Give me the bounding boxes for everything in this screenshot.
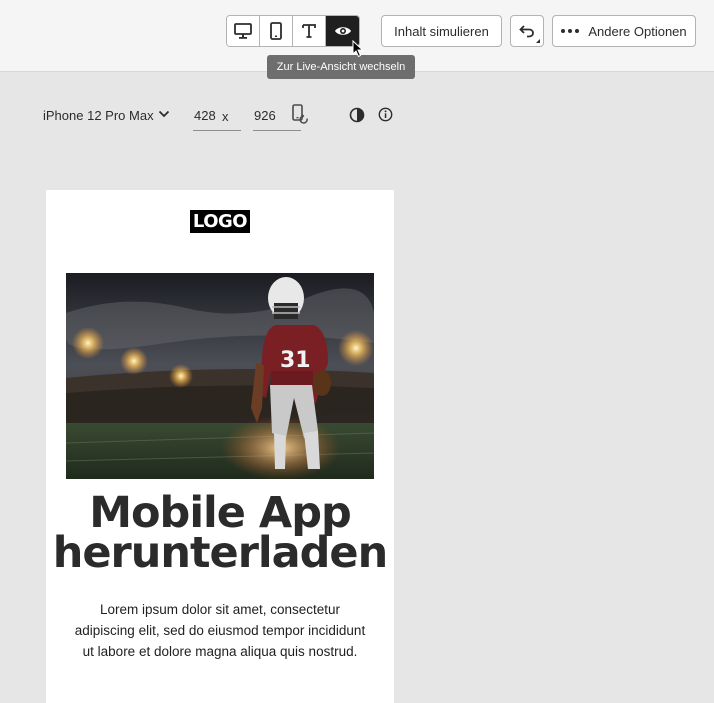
hero-image: 31 [66,273,374,479]
more-icon [561,29,580,33]
desktop-view-button[interactable] [227,16,260,46]
body-line-1: Lorem ipsum dolor sit amet, consectetur [99,602,341,617]
headline-line-1: Mobile App [89,488,352,538]
eye-icon [334,27,351,35]
contrast-icon[interactable] [349,107,365,123]
undo-button[interactable] [510,15,544,47]
body-line-2: adipiscing elit, sed do eiusmod tempor i… [74,623,366,638]
rotate-device-icon[interactable] [290,104,310,126]
email-preview: LOGO 31 Mobile App herunterladen Lorem i… [46,190,394,703]
body-line-3: ut labore et dolore magna aliqua quis no… [82,644,358,659]
view-mode-switcher [226,15,360,47]
simulate-content-label: Inhalt simulieren [394,23,489,39]
simulate-content-button[interactable]: Inhalt simulieren [381,15,502,47]
headline-line-2: herunterladen [52,528,388,578]
logo: LOGO [190,210,250,233]
chevron-down-icon[interactable] [158,110,170,118]
more-options-button[interactable]: Andere Optionen [552,15,696,47]
dimension-separator: x [222,109,229,124]
text-view-button[interactable] [293,16,326,46]
live-view-tooltip: Zur Live-Ansicht wechseln [267,55,415,79]
jersey-number: 31 [280,348,311,373]
mobile-view-button[interactable] [260,16,293,46]
dropdown-corner-icon [536,39,540,43]
desktop-icon [234,23,252,39]
email-headline: Mobile App herunterladen [46,488,394,578]
device-selector[interactable]: iPhone 12 Pro Max [43,108,154,123]
email-body-text: Lorem ipsum dolor sit amet, consectetur … [60,599,380,662]
info-icon[interactable] [378,107,393,122]
more-options-label: Andere Optionen [588,23,687,39]
mobile-icon [270,22,282,40]
device-width-field[interactable]: 428 [193,102,241,131]
undo-icon [519,25,534,38]
mouse-cursor-icon [352,40,364,58]
text-icon [302,24,316,38]
